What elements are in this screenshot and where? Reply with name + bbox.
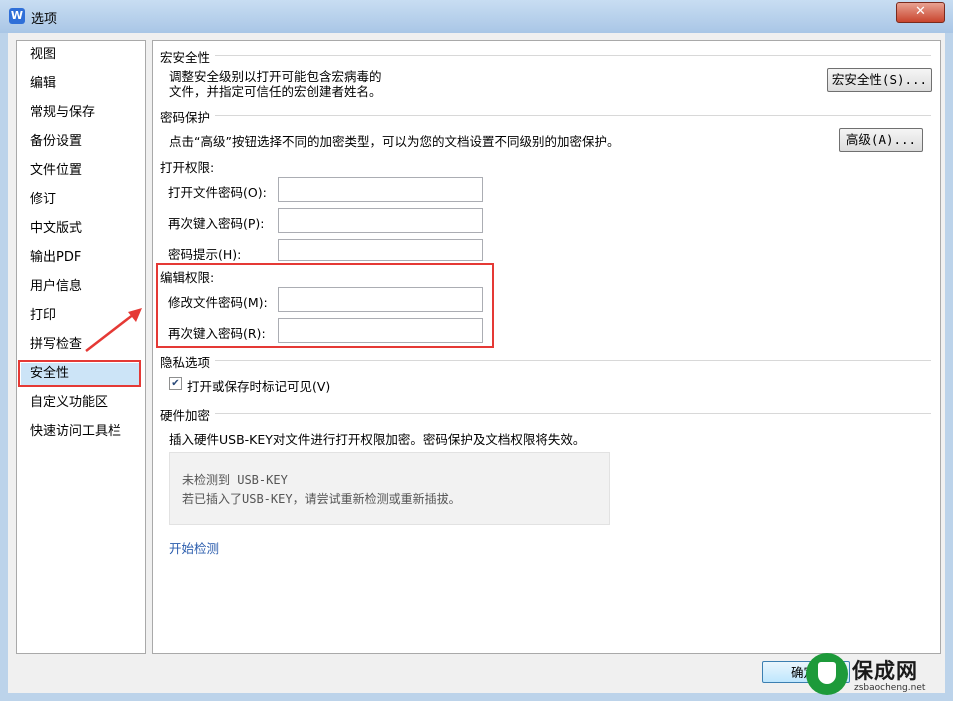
- hardware-section-title: 硬件加密: [160, 408, 211, 423]
- window-title: 选项: [31, 12, 58, 27]
- shield-icon: [818, 662, 836, 684]
- usb-status-box: 未检测到 USB-KEY 若已插入了USB-KEY，请尝试重新检测或重新插拔。: [169, 452, 610, 525]
- open-confirm-label: 再次键入密码(P):: [168, 216, 265, 231]
- mark-visible-label: 打开或保存时标记可见(V): [187, 379, 331, 394]
- password-section-title: 密码保护: [160, 110, 211, 125]
- open-permission-title: 打开权限:: [160, 160, 215, 175]
- section-divider: [215, 115, 931, 116]
- password-hint-field[interactable]: [278, 239, 483, 261]
- password-description: 点击“高级”按钮选择不同的加密类型，可以为您的文档设置不同级别的加密保护。: [169, 134, 620, 149]
- sidebar-item-general-save[interactable]: 常规与保存: [21, 102, 140, 124]
- open-password-label: 打开文件密码(O):: [168, 185, 267, 200]
- edit-password-label: 修改文件密码(M):: [168, 295, 268, 310]
- edit-password-field[interactable]: [278, 287, 483, 312]
- open-confirm-field[interactable]: [278, 208, 483, 233]
- sidebar-item-chinese-layout[interactable]: 中文版式: [21, 218, 140, 240]
- macro-section-title: 宏安全性: [160, 50, 211, 65]
- mark-visible-checkbox[interactable]: ✔: [169, 377, 182, 390]
- section-divider: [215, 360, 931, 361]
- section-divider: [215, 55, 931, 56]
- sidebar-item-backup[interactable]: 备份设置: [21, 131, 140, 153]
- open-password-field[interactable]: [278, 177, 483, 202]
- edit-confirm-label: 再次键入密码(R):: [168, 326, 266, 341]
- sidebar-item-edit[interactable]: 编辑: [21, 73, 140, 95]
- start-detection-link[interactable]: 开始检测: [169, 538, 219, 557]
- watermark-title: 保成网: [852, 659, 918, 683]
- sidebar-item-revision[interactable]: 修订: [21, 189, 140, 211]
- edit-confirm-field[interactable]: [278, 318, 483, 343]
- macro-description-line2: 文件，并指定可信任的宏创建者姓名。: [169, 84, 382, 99]
- edit-permission-title: 编辑权限:: [160, 270, 215, 285]
- sidebar-item-export-pdf[interactable]: 输出PDF: [21, 247, 140, 269]
- annotation-arrow-icon: [85, 308, 142, 352]
- watermark-logo-icon: [806, 653, 848, 695]
- sidebar-item-view[interactable]: 视图: [21, 44, 140, 66]
- watermark-subtitle: zsbaocheng.net: [854, 683, 926, 693]
- wps-logo-icon: W: [9, 8, 25, 24]
- macro-security-button[interactable]: 宏安全性(S)...: [827, 68, 932, 92]
- site-watermark: 保成网 zsbaocheng.net: [806, 653, 946, 695]
- advanced-button[interactable]: 高级(A)...: [839, 128, 923, 152]
- security-highlight-box: [18, 360, 141, 387]
- sidebar-item-file-location[interactable]: 文件位置: [21, 160, 140, 182]
- sidebar-item-customize-ribbon[interactable]: 自定义功能区: [21, 392, 140, 414]
- security-panel: 宏安全性 调整安全级别以打开可能包含宏病毒的 文件，并指定可信任的宏创建者姓名。…: [152, 40, 941, 654]
- section-divider: [215, 413, 931, 414]
- privacy-section-title: 隐私选项: [160, 355, 211, 370]
- sidebar-item-quick-access-toolbar[interactable]: 快速访问工具栏: [21, 421, 140, 443]
- title-bar: W 选项 ✕: [0, 0, 953, 33]
- sidebar-item-user-info[interactable]: 用户信息: [21, 276, 140, 298]
- usb-status-line1: 未检测到 USB-KEY: [182, 473, 288, 487]
- password-hint-label: 密码提示(H):: [168, 247, 242, 262]
- dialog-body: 视图 编辑 常规与保存 备份设置 文件位置 修订 中文版式 输出PDF 用户信息…: [8, 33, 945, 693]
- usb-status-line2: 若已插入了USB-KEY，请尝试重新检测或重新插拔。: [182, 492, 461, 506]
- close-button[interactable]: ✕: [896, 2, 945, 23]
- hardware-description: 插入硬件USB-KEY对文件进行打开权限加密。密码保护及文档权限将失效。: [169, 432, 586, 447]
